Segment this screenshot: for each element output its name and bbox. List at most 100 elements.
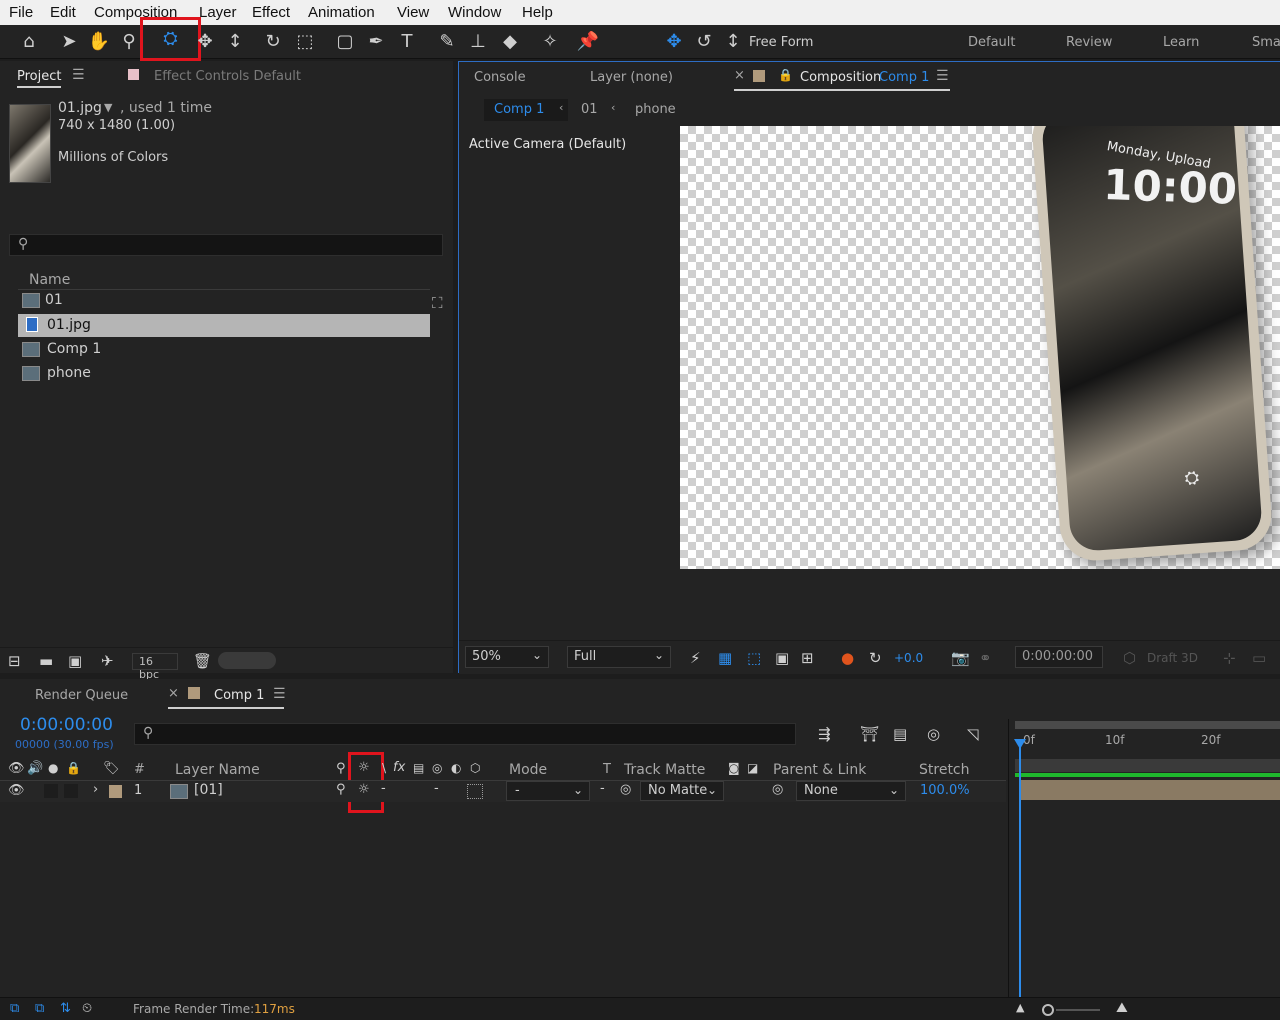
col-layer-name[interactable]: Layer Name [175,762,260,778]
timeline-graph[interactable]: 0f 10f 20f [1008,719,1280,997]
zoom-out-icon[interactable]: ▲ [1016,1001,1024,1014]
clone-stamp-tool-icon[interactable]: ⊥ [465,28,491,56]
draft-3d-timeline-icon[interactable]: ⛩ [860,725,879,743]
shy-icon[interactable]: ⚲ [336,761,346,776]
extended-viewer-icon[interactable]: ▭ [1252,649,1266,667]
menu-animation[interactable]: Animation [308,4,375,21]
interpret-footage-icon[interactable]: ⊟ [8,652,21,670]
rotate-tool-icon[interactable]: ↻ [260,28,286,56]
col-stretch[interactable]: Stretch [919,762,970,778]
thumbnail-slider[interactable] [218,652,276,669]
3d-ground-icon[interactable]: ⊹ [1223,649,1236,667]
breadcrumb-01[interactable]: 01 [581,102,598,117]
col-mode[interactable]: Mode [509,762,547,778]
col-track-matte[interactable]: Track Matte [624,762,705,778]
magnification-select[interactable]: 50% ⌄ [465,646,549,668]
menu-file[interactable]: File [9,4,33,21]
lock-switch-icon[interactable]: 🔒 [66,761,81,775]
current-time-field[interactable]: 0:00:00:00 [1015,646,1103,668]
layer-lock-box[interactable] [64,784,78,798]
layer-label-swatch[interactable] [109,785,122,798]
menu-composition[interactable]: Composition [94,4,177,21]
workspace-review[interactable]: Review [1066,35,1112,50]
video-switch-icon[interactable]: 👁 [8,761,25,776]
layer-collapse-transform-icon[interactable]: ☼ [358,782,370,797]
menu-layer[interactable]: Layer [199,4,237,21]
layer-solo-box[interactable] [44,784,58,798]
solo-switch-icon[interactable]: ● [48,761,58,775]
matte-invert-icon[interactable]: ◙ [728,761,740,775]
composition-canvas[interactable]: Monday, Upload 10:00 ⛭ [680,126,1280,569]
dolly-camera-tool-icon[interactable]: ↕ [222,28,248,56]
tab-timeline-comp[interactable]: Comp 1 [214,688,264,703]
layer-switches-toggle-icon[interactable]: ⧉ [10,1001,19,1016]
pen-tool-icon[interactable]: ✒ [363,28,389,56]
orbit-camera-tool-icon[interactable]: ⛭ [140,17,201,61]
zoom-slider-track[interactable] [1056,1009,1100,1011]
collapse-transform-icon[interactable]: ☼ [358,760,370,775]
draft3d-label[interactable]: Draft 3D [1147,651,1198,665]
in-out-toggle-icon[interactable]: ⇅ [60,1001,71,1016]
motion-blur-switch-icon[interactable]: ◎ [432,761,442,775]
snapshot-icon[interactable]: 📷 [951,649,970,667]
timeline-menu-icon[interactable]: ☰ [273,686,286,702]
pan-behind-tool-icon[interactable]: ⬚ [292,28,318,56]
list-item[interactable]: 01.jpg [18,314,430,337]
workspace-learn[interactable]: Learn [1163,35,1199,50]
frame-blend-switch-icon[interactable]: ▤ [413,761,424,775]
rectangle-tool-icon[interactable]: ▢ [332,28,358,56]
close-icon[interactable]: × [734,68,745,83]
draft3d-icon[interactable]: ⬡ [1123,649,1136,667]
list-item[interactable]: 01 [18,290,430,313]
brush-tool-icon[interactable]: ✎ [434,28,460,56]
lasso-icon[interactable]: ↺ [691,28,717,56]
selection-tool-icon[interactable]: ➤ [56,28,82,56]
layer-motion-blur-switch[interactable]: - [434,781,439,796]
zoom-slider-handle[interactable] [1042,1004,1054,1016]
menu-window[interactable]: Window [448,4,501,21]
zoom-tool-icon[interactable]: ⚲ [116,28,142,56]
mask-path-icon[interactable]: ⬚ [747,649,761,667]
workspace-small[interactable]: Smal [1252,35,1280,50]
project-menu-icon[interactable]: ☰ [72,67,85,83]
effects-fx-icon[interactable]: fx [393,760,405,775]
tab-project[interactable]: Project [17,69,62,88]
motion-blur-icon[interactable]: ◎ [927,725,940,743]
flowchart-icon[interactable]: ⛶ [432,294,443,312]
project-search-input[interactable]: ⚲ [9,234,443,256]
universal-transform-icon[interactable]: ✥ [661,28,687,56]
timeline-search-input[interactable]: ⚲ [134,723,796,745]
quality-icon[interactable]: \ [382,761,386,775]
audio-switch-icon[interactable]: 🔊 [27,761,43,776]
matte-alpha-icon[interactable]: ◪ [747,761,758,775]
col-parent-link[interactable]: Parent & Link [773,762,866,778]
layer-quality-icon[interactable]: - [381,781,386,796]
adjust-icon[interactable]: ✈ [101,652,114,670]
layer-mode-select[interactable]: - ⌄ [506,781,590,801]
frame-blending-icon[interactable]: ▤ [893,725,907,743]
layer-shy-icon[interactable]: ⚲ [336,782,346,797]
playhead[interactable] [1019,741,1021,997]
label-tag-icon[interactable]: 🏷 [103,761,120,776]
bpc-button[interactable]: 16 bpc [132,653,178,681]
layer-3d-switch[interactable] [467,784,483,799]
list-item[interactable]: phone [18,363,430,386]
reset-exposure-icon[interactable]: ↻ [869,649,882,667]
column-name[interactable]: Name [29,272,70,288]
type-tool-icon[interactable]: T [394,28,420,56]
transfer-controls-toggle-icon[interactable]: ⧉ [35,1001,44,1016]
graph-editor-icon[interactable]: ◹ [967,725,979,743]
region-of-interest-icon[interactable]: ▣ [775,649,789,667]
hand-tool-icon[interactable]: ✋ [86,28,112,56]
dolly-axis-icon[interactable]: ↕ [720,28,746,56]
tab-composition[interactable]: Composition [800,70,881,85]
menu-view[interactable]: View [397,4,429,21]
breadcrumb-phone[interactable]: phone [635,102,676,117]
tab-effect-controls[interactable]: Effect Controls Default [154,69,301,84]
tab-layer[interactable]: Layer (none) [590,70,673,85]
show-snapshot-icon[interactable]: ⚭ [979,649,992,667]
breadcrumb-comp1[interactable]: Comp 1 [484,99,568,121]
comp-flowchart-icon[interactable]: ⇶ [818,725,831,743]
eraser-tool-icon[interactable]: ◆ [497,28,523,56]
item-dropdown-icon[interactable]: ▼ [104,101,112,114]
